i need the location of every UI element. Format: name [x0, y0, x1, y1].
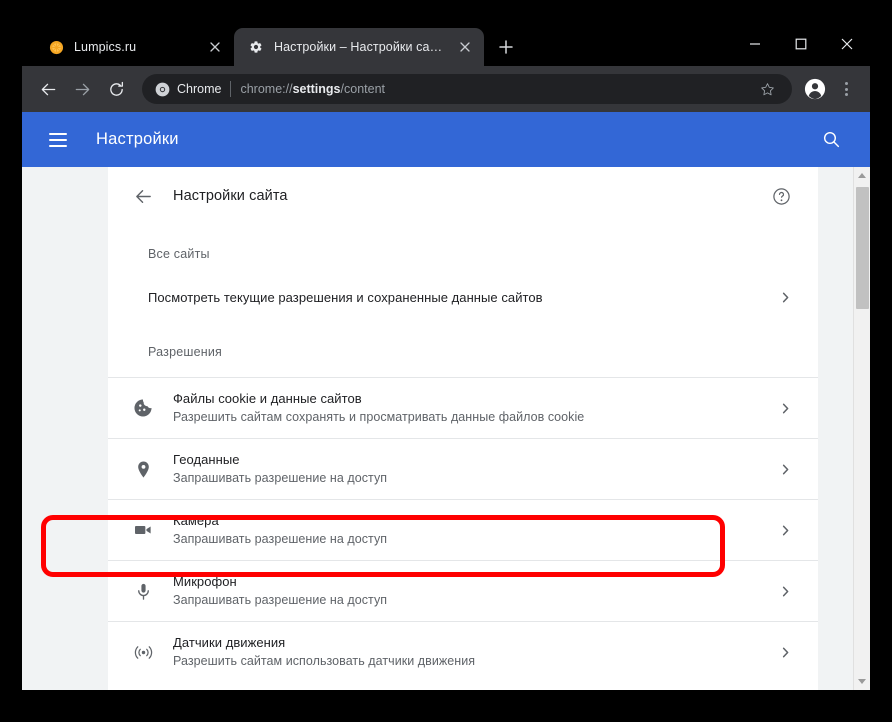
maximize-button[interactable] — [778, 22, 824, 66]
scroll-down-arrow-icon[interactable] — [854, 673, 870, 690]
browser-tab-settings[interactable]: Настройки – Настройки сайта — [234, 28, 484, 66]
page-scrollbar[interactable] — [853, 167, 870, 690]
url-prefix: chrome:// — [240, 82, 293, 96]
permission-text: Файлы cookie и данные сайтов Разрешить с… — [173, 390, 774, 426]
permission-title: Датчики движения — [173, 635, 286, 650]
permission-subtitle: Разрешить сайтам сохранять и просматрива… — [173, 410, 585, 424]
settings-app-bar: Настройки — [22, 112, 870, 167]
window-controls — [732, 22, 870, 66]
permission-title: Камера — [173, 513, 219, 528]
chevron-right-icon — [774, 580, 796, 602]
cookie-icon — [126, 391, 160, 425]
help-circle-icon[interactable] — [766, 181, 796, 211]
permission-row-location[interactable]: Геоданные Запрашивать разрешение на дост… — [108, 438, 818, 499]
star-icon[interactable] — [754, 76, 780, 102]
search-icon[interactable] — [814, 123, 848, 157]
menu-dot — [844, 82, 848, 85]
close-window-button[interactable] — [824, 22, 870, 66]
chevron-right-icon — [774, 286, 796, 308]
permission-subtitle: Разрешить сайтам использовать датчики дв… — [173, 654, 476, 668]
permissions-section-label: Разрешения — [148, 345, 223, 359]
url-bold-segment: settings — [292, 82, 341, 96]
microphone-icon — [126, 574, 160, 608]
camera-icon — [126, 513, 160, 547]
hamburger-menu-icon[interactable] — [42, 124, 74, 156]
toolbar-right-actions — [800, 74, 860, 104]
tab-close-button[interactable] — [206, 38, 224, 56]
chevron-right-icon — [774, 458, 796, 480]
reload-button[interactable] — [100, 73, 132, 105]
security-chip: Chrome — [155, 82, 221, 97]
back-button[interactable] — [32, 73, 64, 105]
permission-title: Файлы cookie и данные сайтов — [173, 391, 362, 406]
menu-dot — [844, 87, 848, 91]
omnibox-divider — [230, 81, 232, 97]
settings-title: Настройки — [96, 130, 179, 148]
permission-subtitle: Запрашивать разрешение на доступ — [173, 593, 388, 607]
permission-text: Датчики движения Разрешить сайтам исполь… — [173, 634, 774, 670]
omnibox-url: chrome://settings/content — [240, 82, 385, 96]
chevron-right-icon — [774, 519, 796, 541]
permission-subtitle: Запрашивать разрешение на доступ — [173, 532, 388, 546]
view-permissions-link-row[interactable]: Посмотреть текущие разрешения и сохранен… — [108, 275, 818, 319]
forward-button[interactable] — [66, 73, 98, 105]
permission-text: Микрофон Запрашивать разрешение на досту… — [173, 573, 774, 609]
browser-toolbar: Chrome chrome://settings/content — [22, 66, 870, 112]
permission-row-cookies[interactable]: Файлы cookie и данные сайтов Разрешить с… — [108, 377, 818, 438]
page-title: Настройки сайта — [173, 188, 288, 204]
permission-title: Микрофон — [173, 574, 237, 589]
permission-subtitle: Запрашивать разрешение на доступ — [173, 471, 388, 485]
view-permissions-label: Посмотреть текущие разрешения и сохранен… — [148, 289, 543, 305]
tab-close-button[interactable] — [456, 38, 474, 56]
all-sites-section-label: Все сайты — [148, 247, 210, 261]
permission-text: Геоданные Запрашивать разрешение на дост… — [173, 451, 774, 487]
tab-strip: Lumpics.ru Настройки – Настройки сайта — [22, 22, 870, 66]
page-back-button[interactable] — [126, 179, 160, 213]
page-viewport: Настройки Настройки сайта Все сайты Посм… — [22, 112, 870, 690]
tab-title: Lumpics.ru — [74, 40, 137, 54]
browser-tab-lumpics[interactable]: Lumpics.ru — [34, 28, 234, 66]
chevron-right-icon — [774, 641, 796, 663]
tab-title: Настройки – Настройки сайта — [274, 40, 446, 54]
permission-row-motion-sensors[interactable]: Датчики движения Разрешить сайтам исполь… — [108, 621, 818, 682]
permission-row-camera[interactable]: Камера Запрашивать разрешение на доступ — [108, 499, 818, 560]
url-suffix: /content — [340, 82, 385, 96]
orange-citrus-icon — [48, 39, 64, 55]
new-tab-button[interactable] — [492, 33, 520, 61]
chevron-right-icon — [774, 397, 796, 419]
account-avatar-icon[interactable] — [800, 74, 830, 104]
permission-title: Геоданные — [173, 452, 240, 467]
scrollbar-thumb[interactable] — [856, 187, 869, 309]
site-settings-card: Настройки сайта Все сайты Посмотреть тек… — [108, 167, 818, 690]
browser-window: Lumpics.ru Настройки – Настройки сайта C… — [22, 22, 870, 690]
three-dot-menu-icon[interactable] — [832, 74, 860, 104]
gear-icon — [248, 39, 264, 55]
site-settings-header: Настройки сайта — [108, 167, 818, 225]
settings-content-area: Настройки сайта Все сайты Посмотреть тек… — [22, 167, 870, 690]
permissions-section: Разрешения Файлы cookie и данные сайтов … — [108, 345, 818, 682]
menu-dot — [844, 93, 848, 96]
permission-text: Камера Запрашивать разрешение на доступ — [173, 512, 774, 548]
location-pin-icon — [126, 452, 160, 486]
chrome-logo-icon — [155, 82, 170, 97]
address-bar[interactable]: Chrome chrome://settings/content — [142, 74, 792, 104]
scroll-up-arrow-icon[interactable] — [854, 167, 870, 184]
permission-row-microphone[interactable]: Микрофон Запрашивать разрешение на досту… — [108, 560, 818, 621]
minimize-button[interactable] — [732, 22, 778, 66]
motion-sensor-icon — [126, 635, 160, 669]
omnibox-chip-label: Chrome — [177, 82, 222, 96]
